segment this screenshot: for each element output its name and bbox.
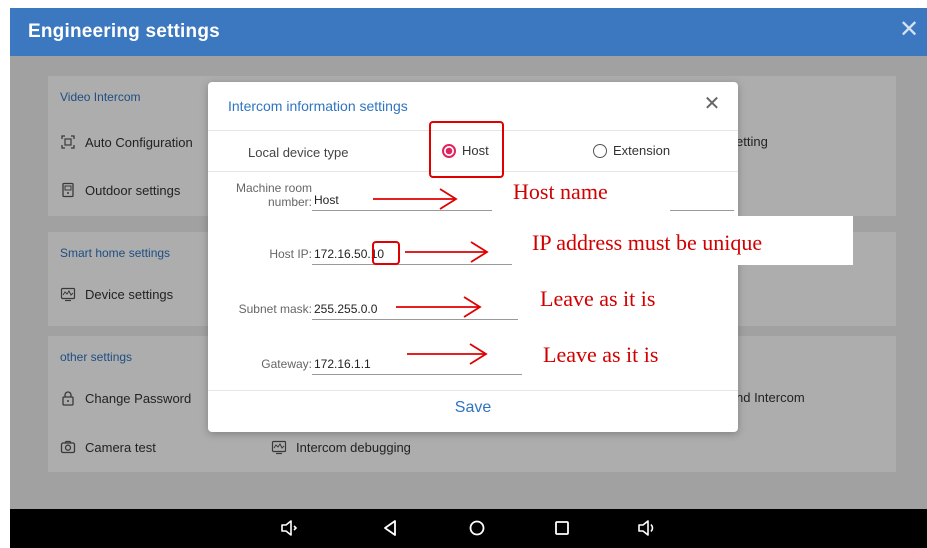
arrow-host-name	[373, 188, 458, 210]
screen: Engineering settings ✕ Video Intercom Au…	[0, 0, 927, 548]
arrow-gateway	[407, 343, 488, 365]
arrow-subnet	[396, 296, 482, 318]
annotation-arrows	[373, 188, 489, 365]
arrow-ip	[405, 241, 489, 263]
